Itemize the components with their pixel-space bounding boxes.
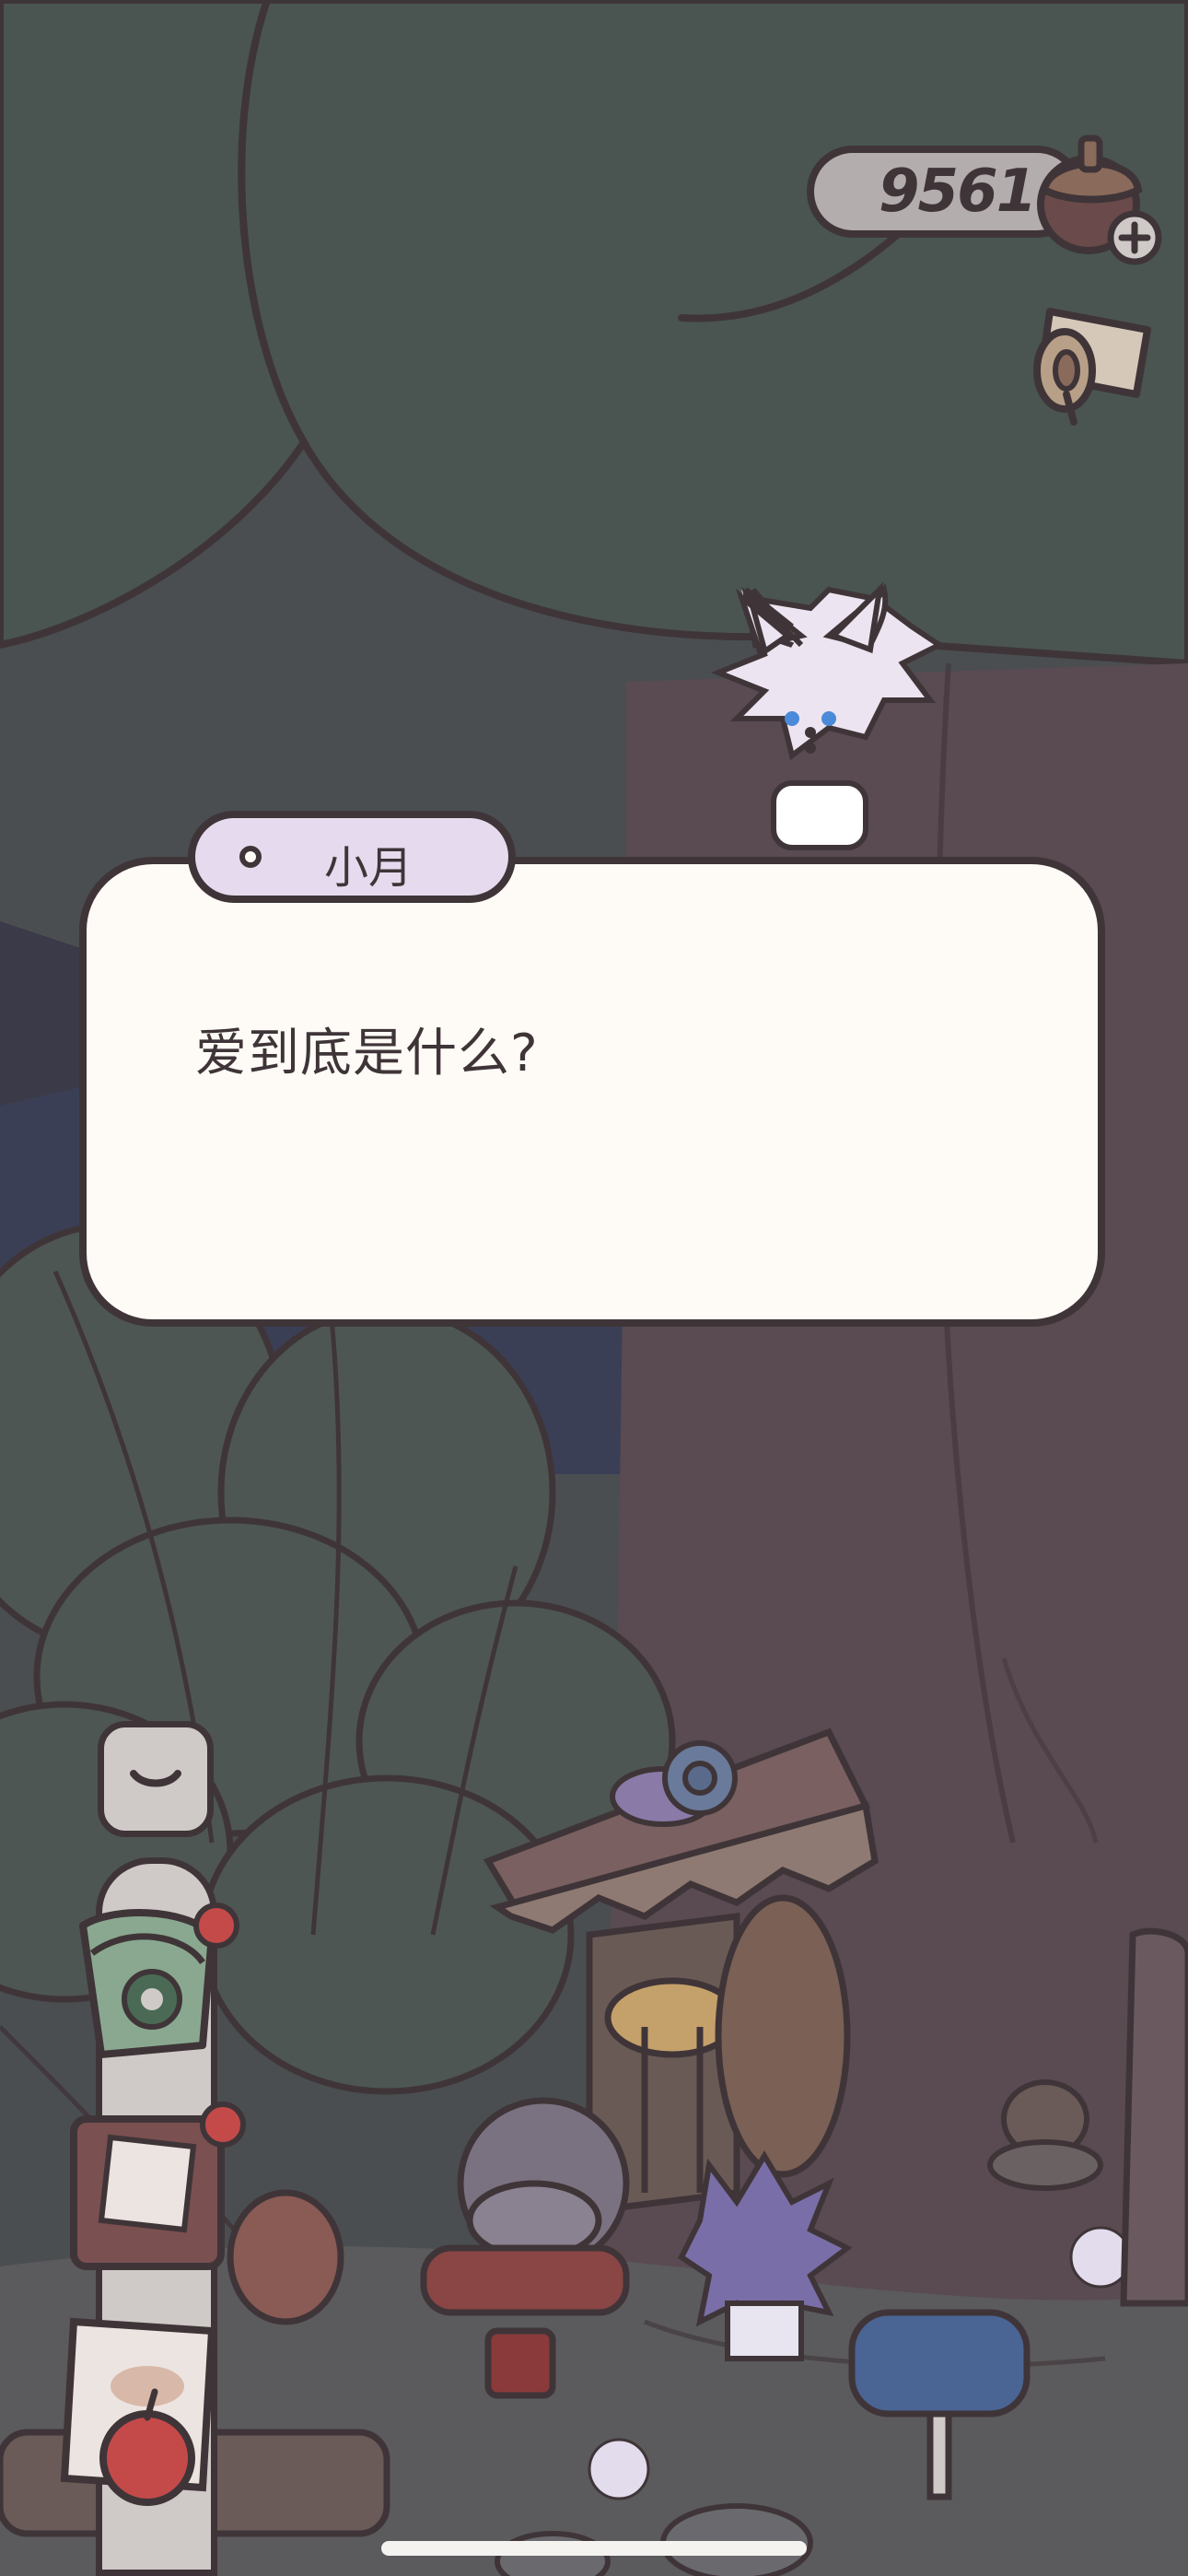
journal-book-icon[interactable] [55, 2091, 258, 2285]
speaker-name: 小月 [324, 842, 413, 894]
home-indicator[interactable] [381, 2541, 807, 2556]
dialog-text: 爱到底是什么? [195, 1024, 539, 1083]
dialog-box[interactable] [79, 857, 1105, 1327]
letters-apple-icon[interactable] [55, 2303, 258, 2515]
collapse-button[interactable] [98, 1721, 214, 1837]
knit-bag-icon[interactable] [55, 1898, 249, 2073]
game-scene: 9561 小月 爱到底是什么? [0, 0, 1188, 2576]
chevron-down-icon [130, 1770, 181, 1787]
acorn-count: 9561 [879, 158, 1037, 226]
notice-scroll-icon[interactable] [1019, 293, 1157, 431]
acorn-plus-icon[interactable] [1031, 120, 1170, 267]
speaker-name-tag: 小月 [188, 811, 516, 903]
speaker-dot-icon [239, 846, 262, 868]
